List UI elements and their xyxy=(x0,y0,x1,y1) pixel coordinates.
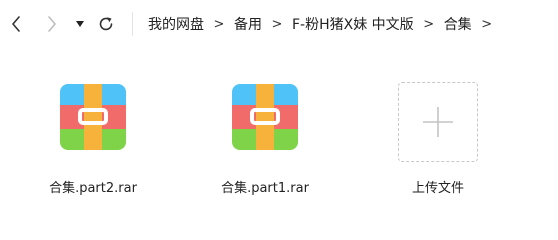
forward-button[interactable] xyxy=(40,12,64,36)
file-name: 合集.part1.rar xyxy=(221,181,309,196)
breadcrumb-item-my-drive[interactable]: 我的网盘 xyxy=(148,14,204,34)
refresh-button[interactable] xyxy=(94,12,118,36)
breadcrumb-separator: > xyxy=(213,16,225,32)
breadcrumb-item-current[interactable]: 合集 xyxy=(444,14,472,34)
upload-button[interactable] xyxy=(398,82,478,162)
breadcrumb-item-folder[interactable]: F-粉H猪X妹 中文版 xyxy=(292,14,414,34)
file-name: 合集.part2.rar xyxy=(49,181,137,196)
upload-file-tile[interactable]: 上传文件 xyxy=(378,82,498,212)
plus-icon xyxy=(423,107,453,137)
breadcrumb-item-backup[interactable]: 备用 xyxy=(234,14,262,34)
breadcrumb-separator: > xyxy=(423,16,435,32)
archive-rar-icon xyxy=(232,84,298,150)
caret-down-icon xyxy=(76,21,84,27)
breadcrumb-separator: > xyxy=(271,16,283,32)
chevron-right-icon xyxy=(48,16,56,32)
refresh-icon xyxy=(99,17,113,31)
breadcrumb-separator: > xyxy=(481,16,493,32)
archive-rar-icon xyxy=(60,84,126,150)
navigation-toolbar: 我的网盘 > 备用 > F-粉H猪X妹 中文版 > 合集 > xyxy=(0,0,558,48)
breadcrumb: 我的网盘 > 备用 > F-粉H猪X妹 中文版 > 合集 > xyxy=(148,14,502,34)
chevron-left-icon xyxy=(12,16,20,32)
toolbar-divider xyxy=(132,12,133,36)
file-item[interactable]: 合集.part2.rar xyxy=(33,82,153,212)
back-button[interactable] xyxy=(4,12,28,36)
upload-label: 上传文件 xyxy=(411,181,464,196)
file-item[interactable]: 合集.part1.rar xyxy=(205,82,325,212)
history-dropdown-button[interactable] xyxy=(70,12,90,36)
